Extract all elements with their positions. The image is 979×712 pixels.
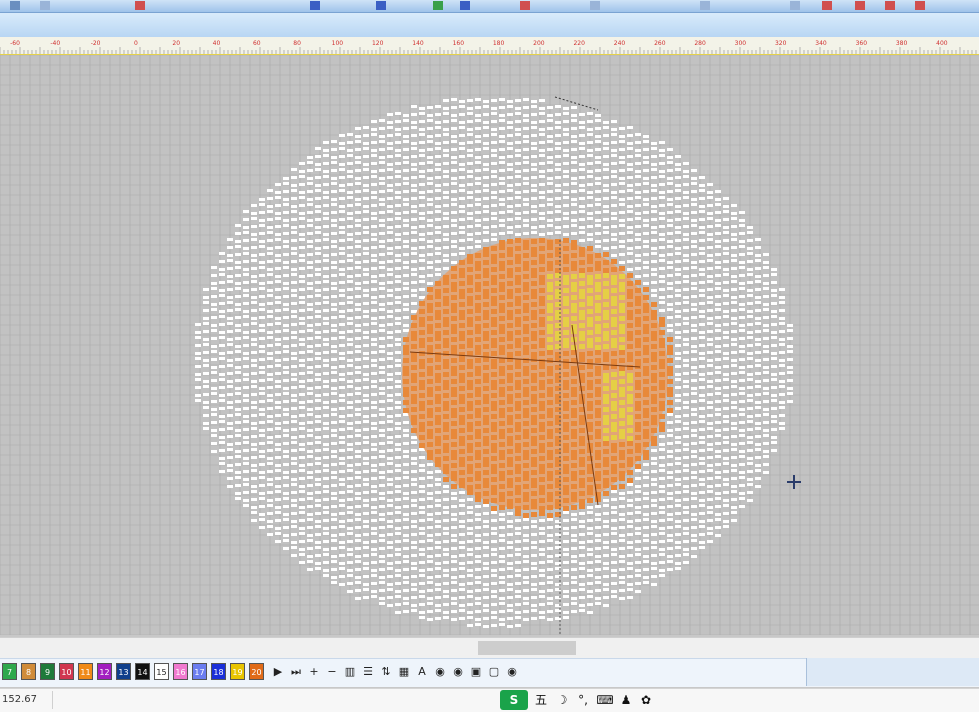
toolbar-strip (0, 13, 979, 38)
text-button[interactable]: A (414, 663, 430, 680)
color-swatch-11[interactable]: 11 (78, 663, 93, 680)
keyboard-icon[interactable]: ⌨ (596, 690, 614, 710)
ruler-label: 180 (493, 40, 505, 47)
eye-alt-button[interactable]: ◉ (504, 663, 520, 680)
list-button[interactable]: ☰ (360, 663, 376, 680)
ruler-label: 220 (573, 40, 585, 47)
eye-button[interactable]: ◉ (432, 663, 448, 680)
ruler-label: -60 (10, 40, 20, 47)
embroidery-canvas[interactable] (0, 55, 979, 635)
ruler-label: 380 (896, 40, 908, 47)
play-button[interactable]: ▶ (270, 663, 286, 680)
ime-toolbar: S 五 ☽ °, ⌨ ♟ ✿ (500, 690, 660, 710)
settings-icon[interactable]: ✿ (638, 690, 654, 710)
image-hide-button[interactable]: ▢ (486, 663, 502, 680)
horizontal-ruler: -60 -40 -20 0 20 40 60 80 100 120 140 160 180 200 220 2… (0, 37, 979, 56)
ruler-label: 40 (213, 40, 221, 47)
ime-logo-icon[interactable]: S (500, 690, 528, 710)
image-button[interactable]: ▣ (468, 663, 484, 680)
toolbar-icon[interactable] (376, 1, 386, 10)
status-bar: 152.67 (0, 688, 979, 712)
grid-button[interactable]: ▦ (396, 663, 412, 680)
color-swatch-20[interactable]: 20 (249, 663, 264, 680)
ruler-label: 100 (332, 40, 344, 47)
toolbar-icon[interactable] (700, 1, 710, 10)
toolbar-icon[interactable] (855, 1, 865, 10)
status-divider (52, 691, 53, 709)
toolbar-icon[interactable] (520, 1, 530, 10)
toolbar-icon[interactable] (40, 1, 50, 10)
horizontal-scrollbar[interactable] (0, 637, 979, 658)
color-swatch-7[interactable]: 7 (2, 663, 17, 680)
top-toolbar (0, 0, 979, 13)
toolbar-icon[interactable] (790, 1, 800, 10)
toolbar-icon[interactable] (10, 1, 20, 10)
ruler-label: -40 (50, 40, 60, 47)
ruler-label: 340 (815, 40, 827, 47)
right-panel (806, 658, 979, 686)
ruler-label: 160 (453, 40, 465, 47)
ruler-label: 280 (694, 40, 706, 47)
color-swatch-14[interactable]: 14 (135, 663, 150, 680)
ruler-label: 400 (936, 40, 948, 47)
ruler-label: 320 (775, 40, 787, 47)
moon-icon[interactable]: ☽ (554, 690, 570, 710)
step-button[interactable]: ⏭ (288, 663, 304, 680)
eye-filter-button[interactable]: ◉ (450, 663, 466, 680)
toolbar-icon[interactable] (135, 1, 145, 10)
ruler-label: 80 (293, 40, 301, 47)
ruler-label: 260 (654, 40, 666, 47)
color-swatch-8[interactable]: 8 (21, 663, 36, 680)
punctuation-icon[interactable]: °, (574, 690, 592, 710)
status-coordinate: 152.67 (2, 694, 37, 705)
ruler-label: -20 (91, 40, 101, 47)
color-swatch-15[interactable]: 15 (154, 663, 169, 680)
sort-button[interactable]: ⇅ (378, 663, 394, 680)
ruler-scale: -60 -40 -20 0 20 40 60 80 100 120 140 160 180 200 220 2… (0, 40, 977, 54)
color-swatch-9[interactable]: 9 (40, 663, 55, 680)
ruler-label: 360 (856, 40, 868, 47)
zoom-in-button[interactable]: + (306, 663, 322, 680)
ruler-label: 0 (134, 40, 138, 47)
color-swatch-17[interactable]: 17 (192, 663, 207, 680)
scrollbar-thumb[interactable] (478, 641, 576, 655)
bars-button[interactable]: ▥ (342, 663, 358, 680)
color-swatch-12[interactable]: 12 (97, 663, 112, 680)
user-icon[interactable]: ♟ (618, 690, 634, 710)
ruler-label: 60 (253, 40, 261, 47)
toolbar-icon[interactable] (885, 1, 895, 10)
color-swatch-13[interactable]: 13 (116, 663, 131, 680)
stitch-design (0, 55, 979, 635)
ruler-label: 140 (412, 40, 424, 47)
color-swatch-10[interactable]: 10 (59, 663, 74, 680)
ruler-label: 20 (172, 40, 180, 47)
toolbar-icon[interactable] (590, 1, 600, 10)
color-swatch-19[interactable]: 19 (230, 663, 245, 680)
ruler-label: 200 (533, 40, 545, 47)
zoom-out-button[interactable]: − (324, 663, 340, 680)
color-swatch-18[interactable]: 18 (211, 663, 226, 680)
color-swatch-16[interactable]: 16 (173, 663, 188, 680)
ruler-label: 120 (372, 40, 384, 47)
toolbar-icon[interactable] (433, 1, 443, 10)
toolbar-icon[interactable] (310, 1, 320, 10)
ime-mode[interactable]: 五 (532, 690, 550, 710)
toolbar-icon[interactable] (460, 1, 470, 10)
ruler-label: 300 (735, 40, 747, 47)
toolbar-icon[interactable] (822, 1, 832, 10)
ruler-label: 240 (614, 40, 626, 47)
toolbar-icon[interactable] (915, 1, 925, 10)
crosshair-cursor-icon (787, 475, 801, 489)
